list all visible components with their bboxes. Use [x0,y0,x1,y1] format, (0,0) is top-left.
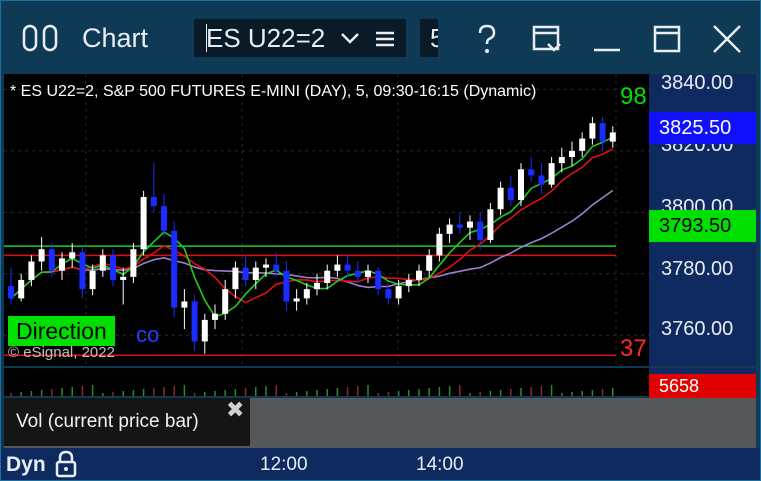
candle-body [191,301,198,342]
candle-body [589,123,596,139]
candle-body [69,252,76,259]
candle-body [324,270,331,284]
candle-body [59,258,65,271]
close-icon[interactable] [710,22,744,56]
candle-body [38,249,45,262]
ma-purple-line [10,189,614,299]
candle-body [212,313,218,320]
partial-blue-label: co [136,322,160,347]
candle-body [201,319,208,342]
candle-body [558,156,565,164]
right-green-label: 98 [620,83,647,110]
minimize-icon[interactable] [590,22,624,56]
candle-body [528,169,535,176]
volume-pane[interactable] [4,368,649,396]
candle-body [405,279,412,287]
interval-input-value: 5 [430,23,438,53]
volume-canvas [10,385,614,396]
scale-mode-label[interactable]: Dyn [6,452,46,478]
candle-body [99,255,106,271]
candle-body [375,270,382,290]
candle-body [273,264,280,271]
candle-body [487,209,494,240]
price-tick: 3780.00 [661,258,734,280]
candle-body [28,261,35,280]
menu-icon[interactable] [374,30,396,48]
copyright: © eSignal, 2022 [8,344,115,361]
candle-body [130,249,137,277]
chevron-down-icon[interactable] [340,30,360,46]
candle-body [293,298,300,302]
candle-body [263,264,269,268]
chart-legend: * ES U22=2, S&P 500 FUTURES E-MINI (DAY)… [10,83,537,100]
candle-body [446,224,453,234]
time-axis[interactable]: Dyn 12:00 14:00 [0,448,761,481]
candle-body [477,221,484,240]
candle-body [171,230,178,308]
right-red-label: 37 [620,335,647,362]
volume-tooltip: Vol (current price bar) ✖ [4,398,250,446]
candle-body [150,196,157,207]
candle-body [120,276,127,280]
candle-body [395,286,402,299]
link-icon[interactable] [22,22,62,54]
candle-body [252,267,259,280]
candle-body [467,221,473,228]
help-icon[interactable] [470,22,504,56]
maximize-icon[interactable] [650,22,684,56]
close-tooltip-icon[interactable]: ✖ [226,398,244,422]
candle-body [110,255,116,280]
ma-price-tag: 3793.50 [649,210,756,242]
candle-body [569,150,575,157]
candle-body [334,264,341,271]
time-label: 12:00 [260,454,308,475]
candle-body [354,270,361,277]
candle-body [79,252,86,290]
ma-green-line [10,136,614,318]
candle-body [48,249,55,271]
candle-body [456,224,463,228]
candle-body [416,270,422,280]
candle-body [497,187,504,210]
time-label: 14:00 [416,454,464,475]
candle-body [344,264,351,271]
candle-body [232,267,239,290]
candle-body [426,255,433,271]
candle-body [140,196,147,250]
candle-body [181,301,188,308]
last-price-tag: 3825.50 [649,112,756,144]
candle-body [303,289,310,299]
candle-body [161,206,167,231]
direction-label[interactable]: Direction [8,316,115,346]
interval-input[interactable]: 5 [420,19,438,57]
candle-body [548,163,555,185]
candle-body [436,233,443,256]
symbol-input-value: ES U22=2 [206,23,326,53]
candle-body [314,283,320,290]
candle-body [599,123,606,142]
candle-body [385,289,392,299]
layout-icon[interactable] [530,22,564,56]
price-tick: 3840.00 [661,72,734,94]
window-title: Chart [82,23,149,53]
candle-body [365,270,371,277]
tooltip-text: Vol (current price bar) [16,411,199,432]
candle-body [538,175,545,185]
candle-body [89,270,96,290]
lock-icon[interactable] [55,450,77,478]
candle-body [222,289,229,314]
candle-body [8,286,14,299]
title-bar: Chart ES U22=2 5 [0,0,761,74]
candle-body [242,267,249,280]
candle-body [579,138,586,151]
price-tick: 3760.00 [661,318,734,340]
candle-body [507,187,514,201]
volume-tag: 5658 [649,374,756,398]
candle-body [283,270,290,302]
candle-body [609,132,616,142]
candle-body [18,279,25,299]
candle-body [518,169,524,201]
